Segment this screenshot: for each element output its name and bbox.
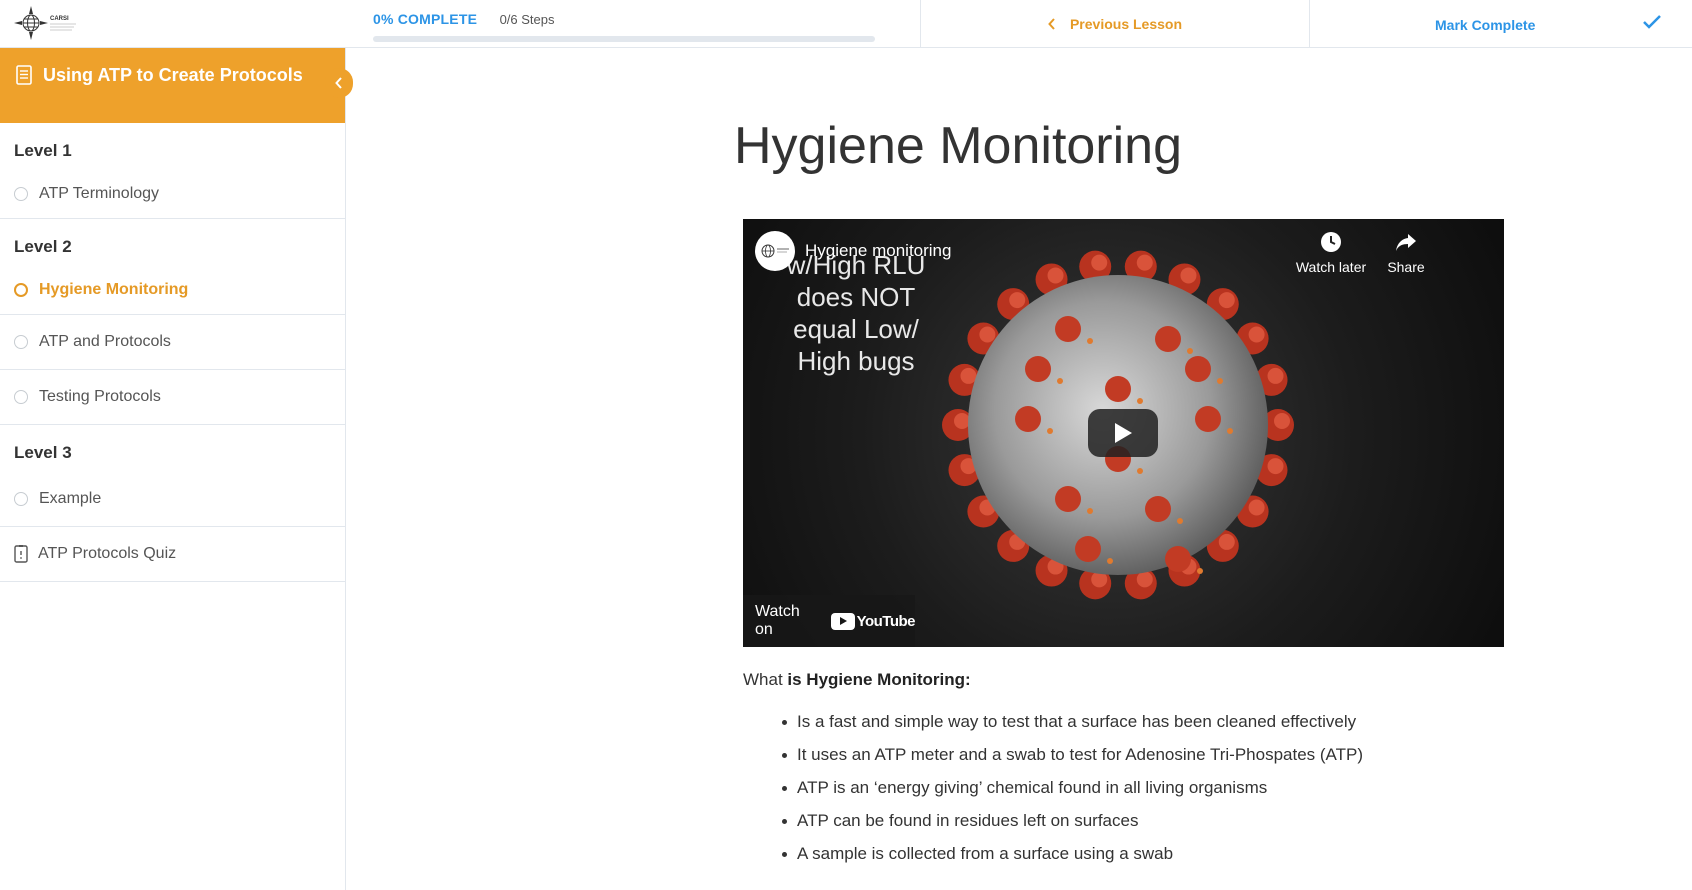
virus-dot	[1087, 508, 1093, 514]
virus-dot	[1177, 518, 1183, 524]
share-label: Share	[1387, 259, 1425, 275]
mark-complete-label: Mark Complete	[1435, 17, 1536, 33]
top-header: CARSI 0% COMPLETE 0/6 Steps Previous Les…	[0, 0, 1692, 48]
virus-spike	[1025, 356, 1051, 382]
incomplete-circle-icon	[14, 282, 28, 297]
share-icon	[1396, 234, 1416, 251]
video-player[interactable]: w/High RLU does NOT equal Low/ High bugs…	[743, 219, 1504, 647]
lesson-item-atp-terminology[interactable]: ATP Terminology	[0, 169, 345, 219]
virus-dot	[1057, 378, 1063, 384]
previous-lesson-label: Previous Lesson	[1069, 16, 1183, 32]
virus-dot	[1137, 468, 1143, 474]
incomplete-circle-icon	[14, 491, 28, 506]
course-progress: 0% COMPLETE 0/6 Steps	[373, 11, 875, 42]
lesson-item-hygiene-monitoring[interactable]: Hygiene Monitoring	[0, 265, 345, 315]
watch-on-label: Watch on	[755, 603, 800, 638]
lesson-item-atp-and-protocols[interactable]: ATP and Protocols	[0, 315, 345, 370]
list-item: A sample is collected from a surface usi…	[781, 844, 1363, 877]
list-item: It uses an ATP meter and a swab to test …	[781, 745, 1363, 778]
lesson-item-example[interactable]: Example	[0, 471, 345, 527]
level-heading: Level 2	[14, 237, 72, 256]
lesson-label: ATP and Protocols	[39, 333, 171, 350]
carsi-logo[interactable]: CARSI	[14, 6, 80, 40]
virus-spike	[1055, 316, 1081, 342]
list-item: ATP is an ‘energy giving’ chemical found…	[781, 778, 1363, 811]
clock-icon	[1321, 232, 1341, 252]
lesson-label: Hygiene Monitoring	[39, 280, 189, 298]
quiz-icon	[14, 545, 28, 563]
virus-dot	[1047, 428, 1053, 434]
lesson-label: Example	[39, 489, 102, 507]
checkmark-icon	[1643, 15, 1661, 29]
virus-dot	[1227, 428, 1233, 434]
virus-spike	[1145, 496, 1171, 522]
quiz-label: ATP Protocols Quiz	[38, 545, 177, 562]
incomplete-circle-icon	[14, 186, 28, 201]
bullet-list: Is a fast and simple way to test that a …	[781, 712, 1363, 877]
virus-spike	[1185, 356, 1211, 382]
chevron-left-icon	[335, 77, 342, 89]
watch-later-button[interactable]: Watch later	[1293, 231, 1369, 275]
course-title-header[interactable]: Using ATP to Create Protocols	[0, 48, 353, 123]
list-item: ATP can be found in residues left on sur…	[781, 811, 1363, 844]
watch-later-label: Watch later	[1295, 259, 1367, 275]
video-title[interactable]: Hygiene monitoring	[805, 241, 951, 261]
virus-dot	[1197, 568, 1203, 574]
progress-percent: 0% COMPLETE	[373, 11, 478, 27]
lesson-content: Hygiene Monitoring w/High RLU does NOT e…	[347, 48, 1692, 890]
virus-spike	[1075, 536, 1101, 562]
virus-dot	[1137, 398, 1143, 404]
progress-bar	[373, 36, 875, 42]
level-heading: Level 3	[14, 443, 72, 462]
incomplete-circle-icon	[14, 390, 28, 404]
lesson-label: ATP Terminology	[39, 184, 160, 202]
page-title: Hygiene Monitoring	[734, 117, 1183, 175]
virus-dot	[1187, 348, 1193, 354]
play-button[interactable]	[1088, 409, 1158, 457]
document-icon	[16, 65, 32, 85]
lesson-item-testing-protocols[interactable]: Testing Protocols	[0, 370, 345, 425]
youtube-play-icon	[830, 612, 855, 630]
virus-spike	[1055, 486, 1081, 512]
intro-text: What is Hygiene Monitoring:	[743, 670, 971, 689]
virus-dot	[1217, 378, 1223, 384]
list-item: Is a fast and simple way to test that a …	[781, 712, 1363, 745]
mark-complete-button[interactable]: Mark Complete	[1310, 0, 1692, 48]
level-heading: Level 1	[14, 141, 72, 160]
virus-spike	[1015, 406, 1041, 432]
previous-lesson-button[interactable]: Previous Lesson	[921, 0, 1309, 48]
virus-dot	[1087, 338, 1093, 344]
logo-text: CARSI	[50, 16, 69, 22]
virus-spike	[1165, 546, 1191, 572]
lesson-sidebar: Using ATP to Create Protocols Level 1 AT…	[0, 48, 353, 890]
youtube-logo: YouTube	[830, 612, 916, 630]
virus-spike	[1105, 376, 1131, 402]
progress-steps: 0/6 Steps	[499, 12, 555, 27]
share-button[interactable]: Share	[1368, 231, 1444, 275]
lesson-label: Testing Protocols	[39, 388, 161, 405]
virus-dot	[1107, 558, 1113, 564]
chevron-left-icon	[1048, 18, 1055, 30]
course-title: Using ATP to Create Protocols	[43, 65, 303, 85]
virus-spike	[1195, 406, 1221, 432]
watch-on-youtube-link[interactable]: Watch on YouTube	[743, 595, 916, 647]
incomplete-circle-icon	[14, 335, 28, 349]
play-icon	[1115, 423, 1132, 443]
channel-avatar[interactable]	[755, 231, 795, 271]
virus-spike	[1155, 326, 1181, 352]
quiz-item-atp-protocols[interactable]: ATP Protocols Quiz	[0, 527, 345, 582]
